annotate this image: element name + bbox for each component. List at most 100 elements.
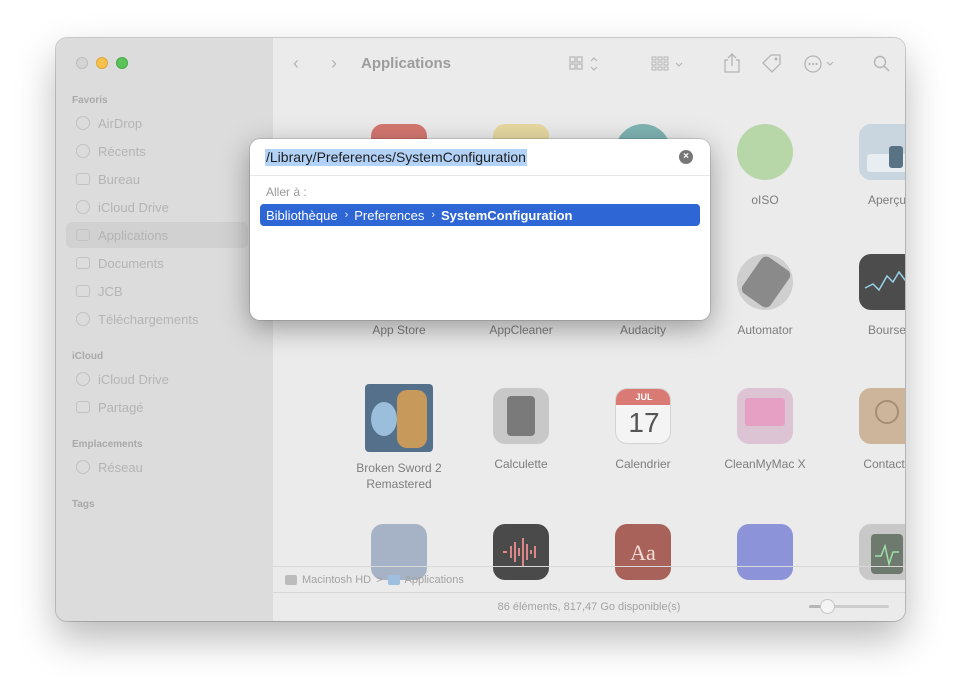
app-label: Bourse — [867, 323, 905, 337]
sidebar-item-documents[interactable]: Documents — [66, 250, 248, 276]
applications-icon — [76, 229, 90, 241]
sidebar-item-icloud-drive-2[interactable]: iCloud Drive — [66, 366, 248, 392]
back-button[interactable]: ‹ — [293, 54, 299, 72]
sidebar-item-label: Téléchargements — [98, 311, 199, 327]
network-icon — [76, 460, 90, 474]
sidebar-section-favorites: Favoris — [72, 95, 108, 106]
calendar-day: 17 — [628, 407, 660, 438]
more-actions-button[interactable] — [803, 54, 839, 77]
calendar-month: JUL — [616, 389, 670, 405]
app-label: CleanMyMac X — [724, 457, 806, 471]
share-button[interactable] — [723, 53, 741, 76]
sidebar-item-airdrop[interactable]: AirDrop — [66, 110, 248, 136]
sidebar-item-label: Bureau — [98, 171, 140, 187]
sidebar-item-label: JCB — [98, 283, 123, 299]
folder-icon — [387, 574, 400, 585]
grid-view-icon — [569, 56, 598, 71]
sidebar-item-icloud-drive[interactable]: iCloud Drive — [66, 194, 248, 220]
app-label: Audacity — [619, 323, 667, 337]
share-icon — [724, 53, 740, 73]
go-to-folder-field[interactable]: /Library/Preferences/SystemConfiguration… — [250, 139, 710, 176]
app-item-apercu[interactable]: Aperçu — [826, 124, 905, 208]
sidebar-item-applications[interactable]: Applications — [66, 222, 248, 248]
stocks-icon — [859, 254, 905, 310]
suggestion-segment: SystemConfiguration — [441, 207, 573, 223]
toolbar: ‹ › Applications — [273, 38, 905, 90]
path-disk[interactable]: Macintosh HD — [302, 574, 371, 586]
suggestion-segment: Preferences — [354, 207, 425, 223]
group-button[interactable] — [651, 56, 687, 75]
app-item-calendrier[interactable]: JUL 17 Calendrier — [582, 388, 704, 472]
app-label: Calculette — [494, 457, 548, 471]
sidebar-section-locations: Emplacements — [72, 439, 143, 450]
app-item-broken-sword[interactable]: Broken Sword 2 Remastered — [338, 384, 460, 492]
path-bar: Macintosh HD > Applications — [273, 566, 905, 592]
hard-drive-icon — [285, 574, 297, 585]
broken-sword-icon — [365, 384, 433, 452]
sidebar-item-reseau[interactable]: Réseau — [66, 454, 248, 480]
sidebar-item-label: iCloud Drive — [98, 371, 169, 387]
sidebar-section-tags: Tags — [72, 499, 95, 510]
disc-image-icon — [737, 124, 793, 180]
app-item-contacts[interactable]: Contacts — [826, 388, 905, 472]
cloud-icon — [76, 200, 90, 214]
goto-label: Aller à : — [266, 185, 307, 199]
zoom-window-button[interactable] — [116, 57, 128, 69]
app-label: AppCleaner — [489, 323, 553, 337]
app-label: oISO — [751, 193, 779, 207]
sidebar-item-label: AirDrop — [98, 115, 143, 131]
sidebar-item-label: Partagé — [98, 399, 144, 415]
app-item-cleanmymac[interactable]: CleanMyMac X — [704, 388, 826, 472]
sidebar-item-label: Applications — [98, 227, 169, 243]
minimize-window-button[interactable] — [96, 57, 108, 69]
group-icon — [651, 56, 683, 71]
sidebar-item-recents[interactable]: Récents — [66, 138, 248, 164]
sidebar-item-label: iCloud Drive — [98, 199, 169, 215]
cloud-icon — [76, 372, 90, 386]
tag-button[interactable] — [761, 54, 783, 77]
sidebar-item-label: Réseau — [98, 459, 143, 475]
app-label: Aperçu — [867, 193, 905, 207]
sidebar-item-jcb[interactable]: JCB — [66, 278, 248, 304]
app-item-bourse[interactable]: Bourse — [826, 254, 905, 338]
folder-icon — [76, 173, 90, 185]
suggestion-segment: Bibliothèque — [266, 207, 338, 223]
close-window-button[interactable] — [76, 57, 88, 69]
icon-view-button[interactable] — [569, 56, 599, 75]
app-label: Automator — [737, 323, 793, 337]
cleanmymac-icon — [737, 388, 793, 444]
sidebar-item-label: Documents — [98, 255, 164, 271]
path-suggestion[interactable]: Bibliothèque › Preferences › SystemConfi… — [260, 204, 700, 226]
app-item-oiso[interactable]: oISO — [704, 124, 826, 208]
search-button[interactable] — [873, 55, 891, 76]
folder-icon — [76, 257, 90, 269]
app-label: Contacts — [863, 457, 905, 471]
contacts-icon — [859, 388, 905, 444]
forward-button[interactable]: › — [331, 54, 337, 72]
shared-folder-icon — [76, 401, 90, 413]
app-item-automator[interactable]: Automator — [704, 254, 826, 338]
app-item-calculette[interactable]: Calculette — [460, 388, 582, 472]
chevron-right-icon: › — [344, 209, 349, 221]
app-label: Broken Sword 2 Remastered — [356, 461, 442, 491]
go-to-folder-input[interactable]: /Library/Preferences/SystemConfiguration — [265, 149, 527, 166]
chevron-right-icon: › — [431, 209, 435, 221]
finder-window: Favoris AirDrop Récents Bureau iCloud Dr… — [56, 38, 905, 621]
window-title: Applications — [361, 55, 452, 72]
calendar-icon: JUL 17 — [615, 388, 671, 444]
dictionary-glyph: Aa — [630, 540, 656, 565]
sidebar-item-bureau[interactable]: Bureau — [66, 166, 248, 192]
sidebar-item-telechargements[interactable]: Téléchargements — [66, 306, 248, 332]
app-label: Calendrier — [615, 457, 671, 471]
app-label: App Store — [372, 323, 426, 337]
tag-icon — [762, 54, 781, 73]
path-separator: > — [376, 573, 383, 586]
sidebar-item-partage[interactable]: Partagé — [66, 394, 248, 420]
icon-size-slider-knob[interactable] — [820, 599, 835, 614]
search-icon — [873, 55, 890, 72]
sidebar: Favoris AirDrop Récents Bureau iCloud Dr… — [56, 38, 273, 621]
go-to-folder-dialog: /Library/Preferences/SystemConfiguration… — [250, 139, 710, 320]
path-folder[interactable]: Applications — [405, 574, 464, 586]
automator-icon — [737, 254, 793, 310]
clear-field-icon[interactable]: × — [679, 150, 693, 164]
